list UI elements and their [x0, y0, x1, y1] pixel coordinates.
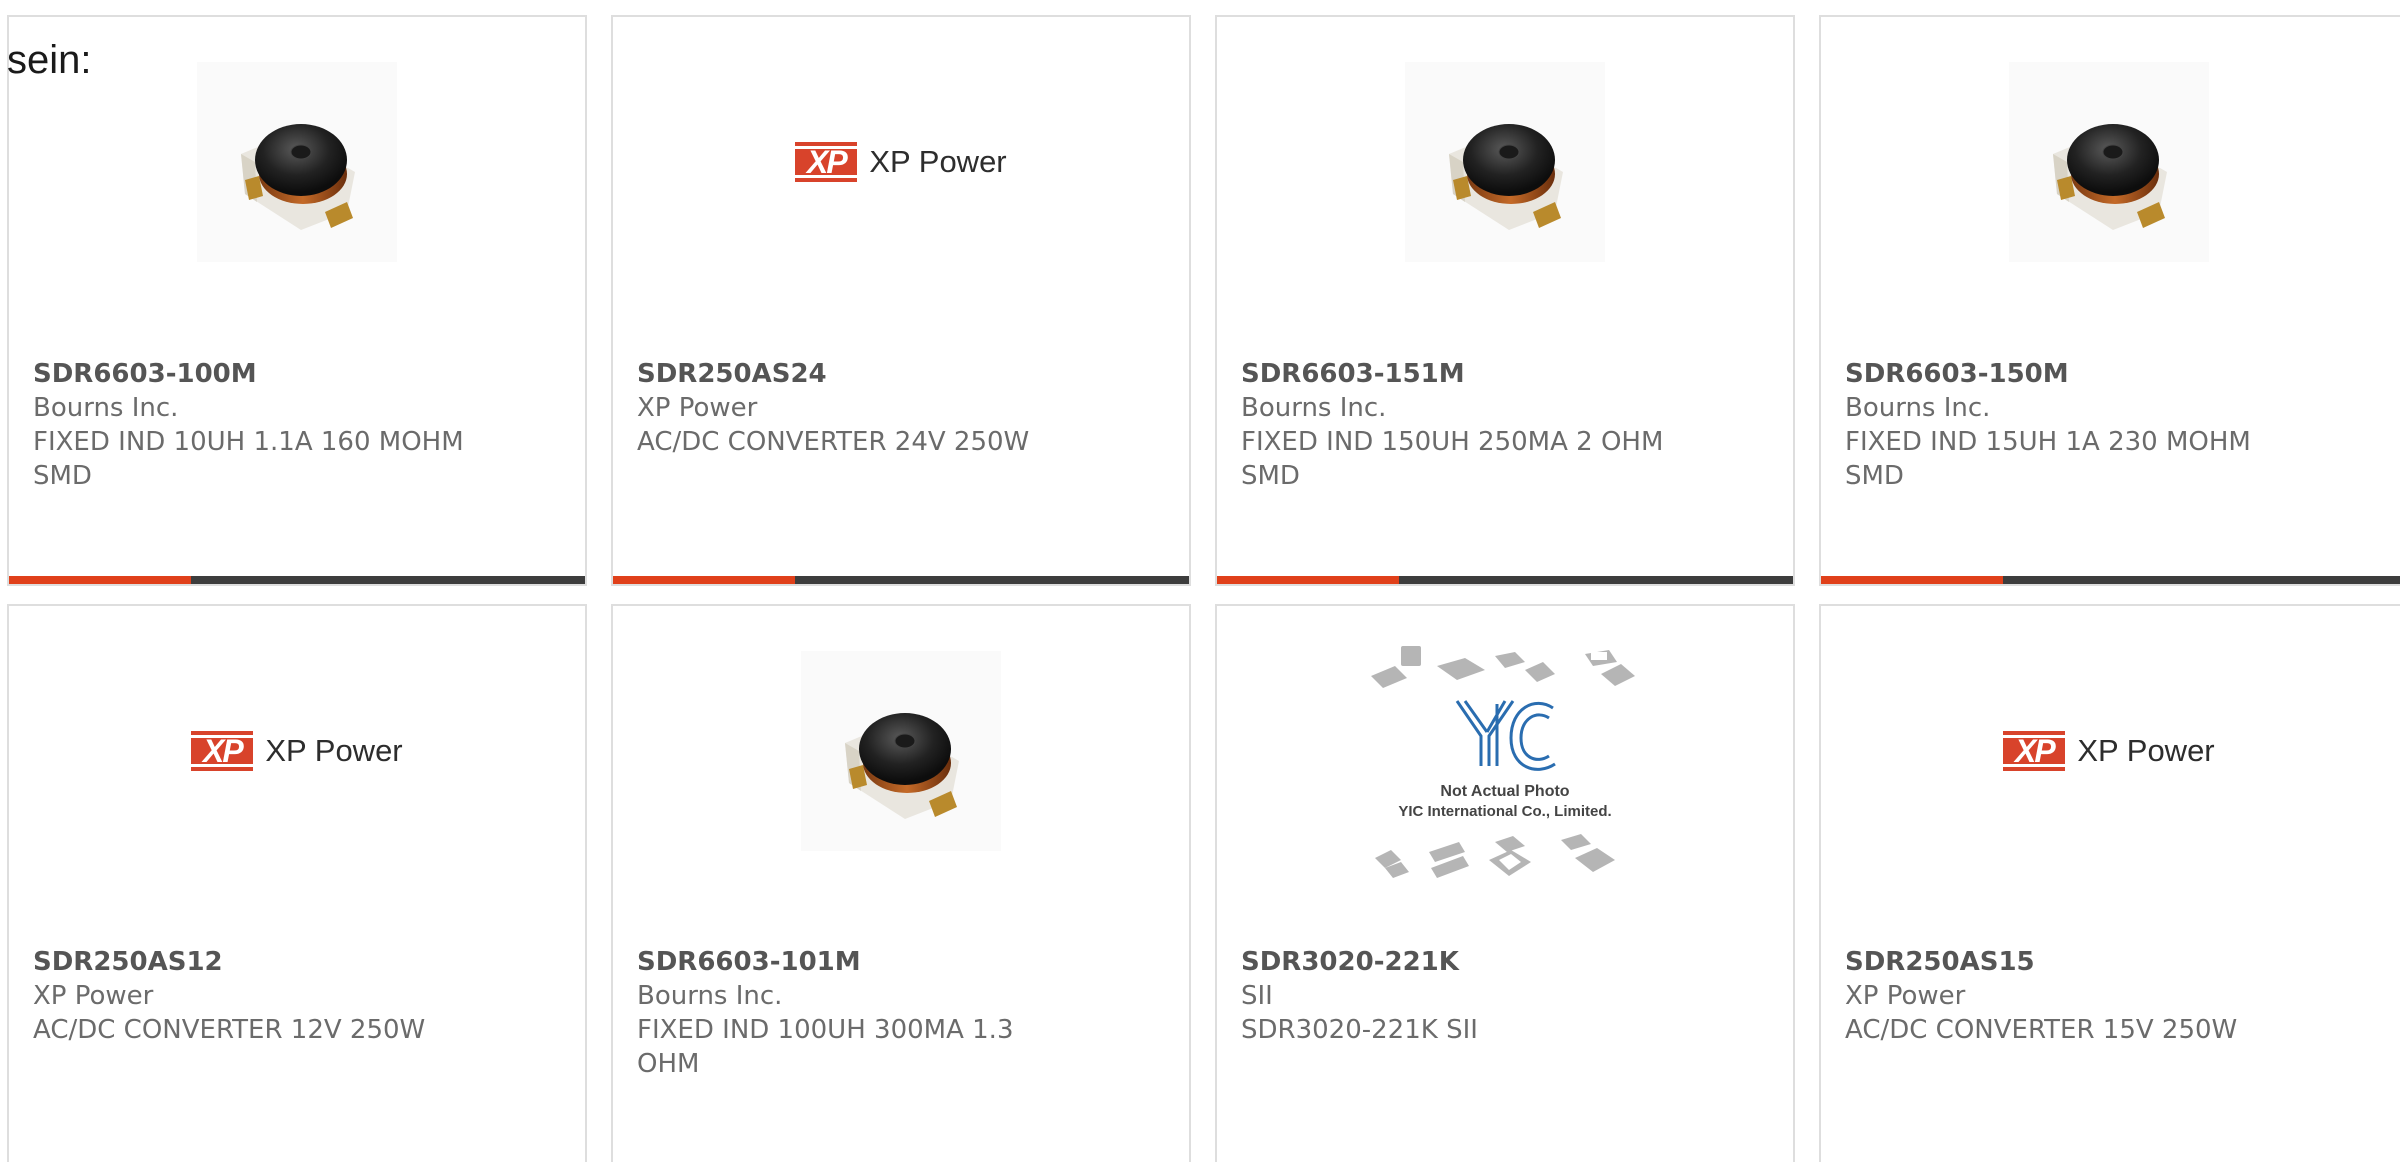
product-image: XP XP Power [613, 57, 1189, 267]
part-number[interactable]: SDR6603-100M [33, 357, 561, 391]
manufacturer: XP Power [1845, 981, 1966, 1011]
description: FIXED IND 100UH 300MA 1.3 OHM [637, 1015, 1014, 1079]
part-number[interactable]: SDR6603-151M [1241, 357, 1769, 391]
card-footer-bar [613, 576, 1189, 584]
xp-power-logo-icon: XP XP Power [191, 731, 403, 771]
product-image [9, 57, 585, 267]
svg-text:Not Actual Photo: Not Actual Photo [1440, 783, 1569, 800]
xp-power-logo-icon: XP XP Power [2003, 731, 2215, 771]
part-number[interactable]: SDR250AS24 [637, 357, 1165, 391]
product-card[interactable]: XP XP Power SDR250AS12 XP Power AC/DC CO… [7, 604, 587, 1162]
card-footer-bar [9, 576, 585, 584]
product-card[interactable]: SDR6603-151M Bourns Inc. FIXED IND 150UH… [1215, 15, 1795, 586]
product-image: XP XP Power [9, 646, 585, 856]
product-image [1217, 57, 1793, 267]
description: AC/DC CONVERTER 15V 250W [1845, 1015, 2238, 1045]
description: SDR3020-221K SII [1241, 1015, 1478, 1045]
intro-text: sein: [7, 38, 92, 82]
xp-power-logo-icon: XP XP Power [795, 142, 1007, 182]
part-number[interactable]: SDR250AS15 [1845, 945, 2383, 979]
product-card[interactable]: XP XP Power SDR250AS15 XP Power AC/DC CO… [1819, 604, 2400, 1162]
product-card[interactable]: XP XP Power SDR250AS24 XP Power AC/DC CO… [611, 15, 1191, 586]
description: FIXED IND 10UH 1.1A 160 MOHM SMD [33, 427, 464, 491]
product-card[interactable]: SDR6603-150M Bourns Inc. FIXED IND 15UH … [1819, 15, 2400, 586]
manufacturer: Bourns Inc. [1845, 393, 1991, 423]
card-footer-bar [1217, 576, 1793, 584]
card-footer-bar [1821, 576, 2400, 584]
product-card[interactable]: Not Actual Photo YIC International Co., … [1215, 604, 1795, 1162]
product-image [1821, 57, 2397, 267]
part-number[interactable]: SDR6603-101M [637, 945, 1165, 979]
product-image [613, 646, 1189, 856]
description: AC/DC CONVERTER 12V 250W [33, 1015, 426, 1045]
inductor-photo-icon [1405, 62, 1605, 262]
part-number[interactable]: SDR3020-221K [1241, 945, 1769, 979]
manufacturer: XP Power [33, 981, 154, 1011]
product-card[interactable]: SDR6603-101M Bourns Inc. FIXED IND 100UH… [611, 604, 1191, 1162]
product-image: XP XP Power [1821, 646, 2397, 856]
part-number[interactable]: SDR6603-150M [1845, 357, 2383, 391]
manufacturer: Bourns Inc. [1241, 393, 1387, 423]
manufacturer: SII [1241, 981, 1273, 1011]
manufacturer: XP Power [637, 393, 758, 423]
description: FIXED IND 150UH 250MA 2 OHM SMD [1241, 427, 1664, 491]
inductor-photo-icon [801, 651, 1001, 851]
inductor-photo-icon [197, 62, 397, 262]
part-number[interactable]: SDR250AS12 [33, 945, 561, 979]
manufacturer: Bourns Inc. [637, 981, 783, 1011]
yic-placeholder-icon: Not Actual Photo YIC International Co., … [1365, 646, 1645, 886]
svg-text:YIC International Co., Limited: YIC International Co., Limited. [1398, 803, 1611, 820]
inductor-photo-icon [2009, 62, 2209, 262]
product-image: Not Actual Photo YIC International Co., … [1217, 646, 1793, 886]
description: FIXED IND 15UH 1A 230 MOHM SMD [1845, 427, 2251, 491]
manufacturer: Bourns Inc. [33, 393, 179, 423]
product-grid: sein: SDR6603-100M Bourns Inc. FIXED IND… [0, 0, 2400, 1162]
product-card[interactable]: SDR6603-100M Bourns Inc. FIXED IND 10UH … [7, 15, 587, 586]
description: AC/DC CONVERTER 24V 250W [637, 427, 1030, 457]
